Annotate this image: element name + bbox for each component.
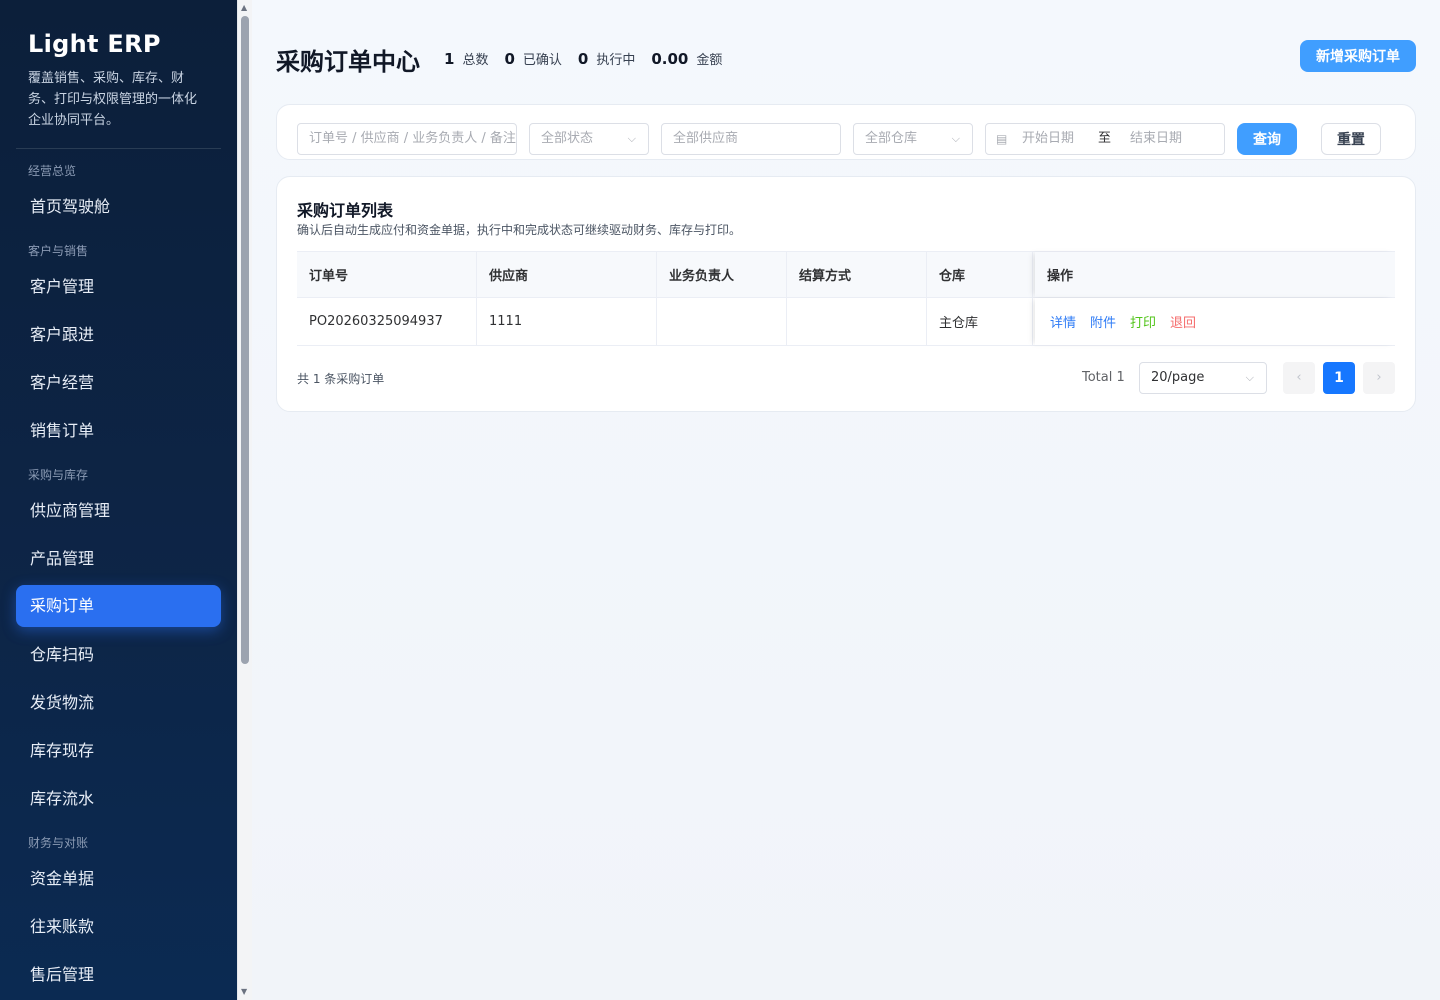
sidebar-item-customer-operation[interactable]: 客户经营	[16, 362, 221, 404]
sidebar-group-customer-sales: 客户与销售	[28, 244, 89, 258]
sidebar-item-purchase-orders[interactable]: 采购订单	[16, 585, 221, 627]
warehouse-select[interactable]: 全部仓库 ⌵	[853, 123, 973, 155]
calendar-icon: ▤	[996, 132, 1008, 146]
attachment-link[interactable]: 附件	[1090, 312, 1116, 331]
scroll-up-icon[interactable]: ▲	[241, 3, 247, 12]
cell-owner	[657, 298, 787, 345]
sidebar-item-warehouse-scan[interactable]: 仓库扫码	[16, 634, 221, 676]
supplier-select[interactable]: 全部供应商	[661, 123, 841, 155]
sidebar-item-after-sales[interactable]: 售后管理	[16, 954, 221, 996]
page-number-button[interactable]: 1	[1323, 362, 1355, 394]
detail-link[interactable]: 详情	[1050, 312, 1076, 331]
purchase-order-list-card: 采购订单列表 确认后自动生成应付和资金单据，执行中和完成状态可继续驱动财务、库存…	[276, 176, 1416, 412]
stat-value: 0.00	[651, 50, 689, 68]
stat-label: 金额	[696, 53, 723, 68]
pagination-total: Total 1	[1082, 370, 1125, 385]
column-header-warehouse[interactable]: 仓库	[927, 252, 1033, 297]
page-title: 采购订单中心	[276, 48, 420, 76]
date-range-picker[interactable]: ▤ 开始日期 至 结束日期	[985, 123, 1225, 155]
stat-confirmed: 0 已确认	[504, 49, 561, 68]
page-size-select[interactable]: 20/page ⌵	[1139, 362, 1267, 394]
stat-total: 1 总数	[444, 49, 488, 68]
purchase-order-table: 订单号 供应商 业务负责人 结算方式 仓库 操作 PO2026032509493…	[297, 251, 1395, 346]
sidebar-item-accounts[interactable]: 往来账款	[16, 906, 221, 948]
status-select[interactable]: 全部状态 ⌵	[529, 123, 649, 155]
cell-actions: 详情 附件 打印 退回	[1035, 298, 1395, 345]
sidebar-item-dashboard[interactable]: 首页驾驶舱	[16, 186, 221, 228]
column-header-settlement[interactable]: 结算方式	[787, 252, 927, 297]
column-header-order-no[interactable]: 订单号	[297, 252, 477, 297]
stats-bar: 1 总数 0 已确认 0 执行中 0.00 金额	[444, 49, 738, 68]
brand-description: 覆盖销售、采购、库存、财务、打印与权限管理的一体化企业协同平台。	[28, 71, 198, 128]
sidebar-item-sales-orders[interactable]: 销售订单	[16, 410, 221, 452]
sidebar-item-products[interactable]: 产品管理	[16, 538, 221, 580]
stat-label: 执行中	[596, 53, 636, 68]
stat-executing: 0 执行中	[578, 49, 635, 68]
stat-label: 已确认	[522, 53, 562, 68]
date-start-input[interactable]: 开始日期	[1022, 124, 1074, 154]
cell-warehouse: 主仓库	[927, 298, 1033, 345]
list-subtitle: 确认后自动生成应付和资金单据，执行中和完成状态可继续驱动财务、库存与打印。	[297, 223, 742, 237]
column-header-actions: 操作	[1035, 252, 1395, 297]
sidebar-group-overview: 经营总览	[28, 164, 77, 178]
stat-value: 0	[504, 50, 515, 68]
main-content: 采购订单中心 1 总数 0 已确认 0 执行中 0.00 金额 新增采购订单 订…	[252, 0, 1440, 1000]
return-link[interactable]: 退回	[1170, 312, 1196, 331]
cell-supplier: 1111	[477, 298, 657, 345]
sidebar-divider	[16, 148, 221, 149]
cell-order-no: PO20260325094937	[297, 298, 477, 345]
stat-value: 0	[577, 50, 589, 68]
prev-page-icon[interactable]: ‹	[1283, 362, 1315, 394]
warehouse-select-value: 全部仓库	[865, 131, 918, 146]
table-header-row: 订单号 供应商 业务负责人 结算方式 仓库 操作	[297, 252, 1395, 298]
chevron-down-icon: ⌵	[1245, 371, 1254, 384]
sidebar-item-suppliers[interactable]: 供应商管理	[16, 490, 221, 532]
stat-label: 总数	[462, 53, 489, 68]
sidebar-item-fund-documents[interactable]: 资金单据	[16, 858, 221, 900]
sidebar-item-customer-management[interactable]: 客户管理	[16, 266, 221, 308]
sidebar-item-customer-followup[interactable]: 客户跟进	[16, 314, 221, 356]
cell-settlement	[787, 298, 927, 345]
scroll-down-icon[interactable]: ▼	[241, 987, 247, 996]
sidebar-item-inventory-flow[interactable]: 库存流水	[16, 778, 221, 820]
status-select-value: 全部状态	[541, 131, 594, 146]
stat-amount: 0.00 金额	[651, 49, 722, 68]
table-row: PO20260325094937 1111 主仓库 详情 附件 打印 退回	[297, 298, 1395, 346]
sidebar-item-inventory-stock[interactable]: 库存现存	[16, 730, 221, 772]
column-header-owner[interactable]: 业务负责人	[657, 252, 787, 297]
page-size-value: 20/page	[1151, 370, 1205, 385]
chevron-down-icon: ⌵	[951, 132, 960, 145]
scroll-thumb[interactable]	[241, 16, 249, 664]
sidebar-scrollbar[interactable]: ▲ ▼	[237, 0, 252, 1000]
sidebar-group-finance: 财务与对账	[28, 836, 89, 850]
brand-logo: Light ERP	[28, 30, 161, 58]
column-header-supplier[interactable]: 供应商	[477, 252, 657, 297]
sidebar-group-purchase-inventory: 采购与库存	[28, 468, 89, 482]
list-title: 采购订单列表	[297, 201, 394, 220]
reset-button[interactable]: 重置	[1321, 123, 1381, 155]
date-end-input[interactable]: 结束日期	[1130, 124, 1182, 154]
sidebar: Light ERP 覆盖销售、采购、库存、财务、打印与权限管理的一体化企业协同平…	[0, 0, 237, 1000]
date-range-separator: 至	[1098, 131, 1112, 146]
query-button[interactable]: 查询	[1237, 123, 1297, 155]
keyword-search-input[interactable]: 订单号 / 供应商 / 业务负责人 / 备注	[297, 123, 517, 155]
list-total-text: 共 1 条采购订单	[297, 372, 385, 386]
chevron-down-icon: ⌵	[627, 132, 636, 145]
next-page-icon[interactable]: ›	[1363, 362, 1395, 394]
new-purchase-order-button[interactable]: 新增采购订单	[1300, 40, 1416, 72]
filter-bar: 订单号 / 供应商 / 业务负责人 / 备注 全部状态 ⌵ 全部供应商 全部仓库…	[276, 104, 1416, 160]
print-link[interactable]: 打印	[1130, 312, 1156, 331]
sidebar-item-shipping-logistics[interactable]: 发货物流	[16, 682, 221, 724]
stat-value: 1	[444, 50, 455, 68]
